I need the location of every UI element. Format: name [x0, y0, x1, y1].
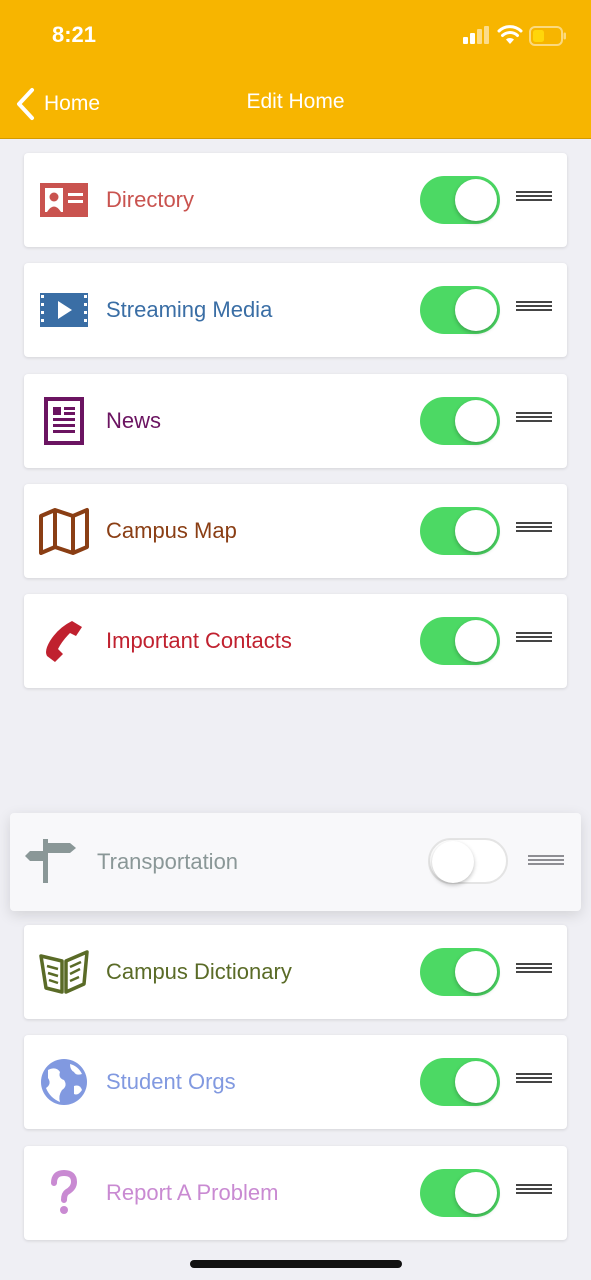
contact-card-icon: [40, 183, 88, 217]
status-time: 8:21: [52, 22, 97, 47]
campus-map-toggle[interactable]: [420, 507, 500, 555]
item-label: Streaming Media: [106, 297, 273, 322]
directory-toggle[interactable]: [420, 176, 500, 224]
reorder-handle-icon[interactable]: [528, 855, 564, 869]
newspaper-icon: [44, 397, 84, 445]
toggle-knob: [455, 510, 497, 552]
question-mark-icon: [51, 1169, 78, 1214]
streaming-media-toggle[interactable]: [420, 286, 500, 334]
list-item-transportation[interactable]: Transportation: [10, 813, 581, 911]
wifi-icon: [497, 25, 523, 44]
news-toggle[interactable]: [420, 397, 500, 445]
list-item-campus-dictionary: Campus Dictionary: [24, 925, 567, 1019]
list-item-directory: Directory: [24, 153, 567, 247]
nav-bar: 8:21 Home Edit Home: [0, 0, 591, 139]
cellular-signal-icon: [463, 26, 489, 44]
toggle-knob: [455, 1172, 497, 1214]
reorder-handle-icon[interactable]: [516, 191, 552, 205]
item-label: Important Contacts: [106, 628, 292, 653]
home-indicator: [190, 1260, 402, 1268]
transportation-toggle[interactable]: [428, 838, 508, 884]
item-label: Transportation: [97, 849, 239, 874]
item-label: Report A Problem: [106, 1180, 279, 1205]
list-item-campus-map: Campus Map: [24, 484, 567, 578]
item-label: Campus Dictionary: [106, 959, 292, 984]
battery-icon: [529, 26, 566, 46]
signpost-icon: [25, 839, 76, 883]
toggle-knob: [432, 841, 474, 883]
list-item-student-orgs: Student Orgs: [24, 1035, 567, 1129]
globe-icon: [41, 1059, 87, 1105]
open-book-icon: [39, 950, 89, 994]
item-label: Campus Map: [106, 518, 237, 543]
toggle-knob: [455, 289, 497, 331]
reorder-handle-icon[interactable]: [516, 1073, 552, 1087]
campus-dictionary-toggle[interactable]: [420, 948, 500, 996]
toggle-knob: [455, 1061, 497, 1103]
toggle-knob: [455, 620, 497, 662]
page-title: Edit Home: [246, 90, 345, 113]
folded-map-icon: [39, 508, 89, 555]
list-item-news: News: [24, 374, 567, 468]
toggle-knob: [455, 400, 497, 442]
toggle-knob: [455, 179, 497, 221]
list-item-important-contacts: Important Contacts: [24, 594, 567, 688]
film-play-icon: [40, 293, 88, 327]
reorder-handle-icon[interactable]: [516, 301, 552, 315]
reorder-handle-icon[interactable]: [516, 1184, 552, 1198]
student-orgs-toggle[interactable]: [420, 1058, 500, 1106]
list-item-streaming-media: Streaming Media: [24, 263, 567, 357]
item-label: Directory: [106, 187, 195, 212]
report-a-problem-toggle[interactable]: [420, 1169, 500, 1217]
reorder-handle-icon[interactable]: [516, 632, 552, 646]
list-item-report-a-problem: Report A Problem: [24, 1146, 567, 1240]
reorder-handle-icon[interactable]: [516, 963, 552, 977]
reorder-handle-icon[interactable]: [516, 412, 552, 426]
item-label: News: [106, 408, 162, 433]
item-label: Student Orgs: [106, 1069, 236, 1094]
phone-icon: [46, 621, 82, 662]
reorder-handle-icon[interactable]: [516, 522, 552, 536]
toggle-knob: [455, 951, 497, 993]
important-contacts-toggle[interactable]: [420, 617, 500, 665]
